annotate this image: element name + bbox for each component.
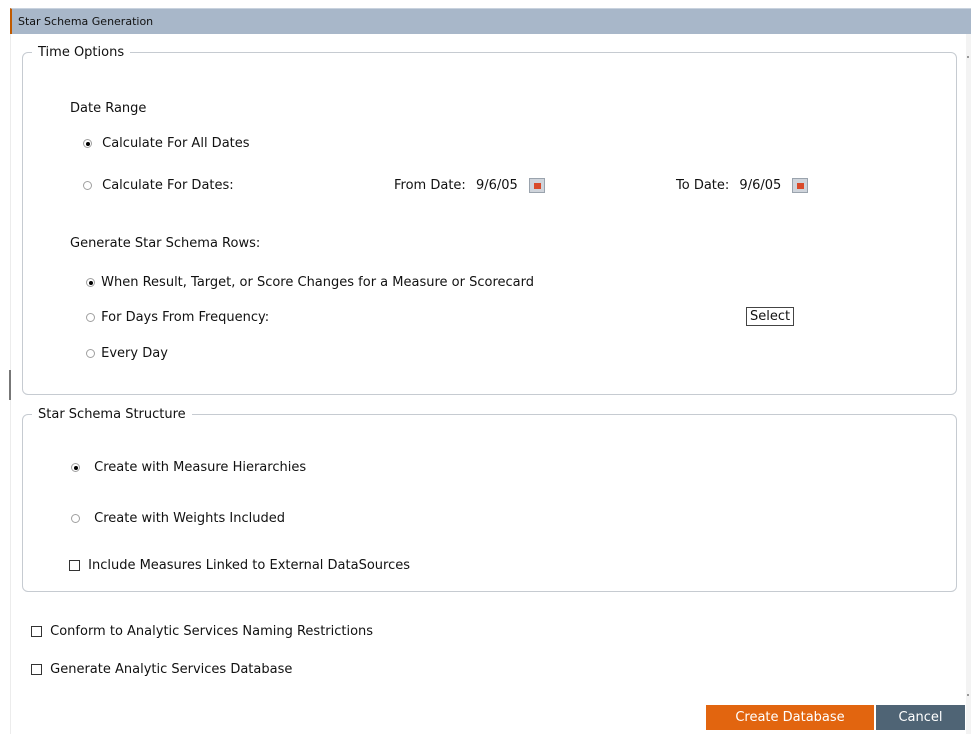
radio-button[interactable] [83, 139, 92, 148]
radio-label: Calculate For All Dates [102, 136, 250, 151]
checkbox[interactable] [31, 626, 42, 637]
radio-frequency[interactable]: For Days From Frequency: [86, 310, 269, 325]
time-options-legend: Time Options [38, 45, 125, 60]
checkbox[interactable] [31, 664, 42, 675]
select-frequency-button[interactable]: Select [746, 307, 795, 326]
checkbox-conform-naming[interactable]: Conform to Analytic Services Naming Rest… [31, 624, 373, 639]
radio-button[interactable] [71, 514, 80, 523]
create-database-button[interactable]: Create Database [706, 705, 874, 730]
scroll-down-indicator[interactable] [967, 694, 969, 696]
checkbox-label: Conform to Analytic Services Naming Rest… [50, 624, 374, 639]
radio-button[interactable] [86, 313, 95, 322]
to-date-group: To Date: 9/6/05 [676, 178, 809, 193]
resize-handle[interactable] [9, 370, 11, 400]
radio-on-change[interactable]: When Result, Target, or Score Changes fo… [86, 275, 534, 290]
time-options-group: Time Options [22, 45, 957, 395]
radio-label: For Days From Frequency: [101, 310, 270, 325]
cancel-button[interactable]: Cancel [876, 705, 965, 730]
checkbox-generate-database[interactable]: Generate Analytic Services Database [31, 662, 292, 677]
scroll-up-indicator[interactable] [967, 56, 969, 58]
dialog-title-bar: Star Schema Generation [10, 8, 971, 34]
radio-calculate-for-dates[interactable]: Calculate For Dates: [83, 178, 234, 193]
radio-label: Every Day [101, 346, 168, 361]
radio-label: When Result, Target, or Score Changes fo… [101, 275, 534, 290]
dialog-title: Star Schema Generation [18, 15, 154, 28]
radio-label: Create with Measure Hierarchies [94, 460, 307, 475]
to-date-label: To Date: [676, 178, 730, 193]
to-date-value: 9/6/05 [739, 178, 782, 193]
from-date-group: From Date: 9/6/05 [394, 178, 545, 193]
radio-calculate-all-dates[interactable]: Calculate For All Dates [83, 136, 250, 151]
radio-label: Calculate For Dates: [102, 178, 234, 193]
from-date-value: 9/6/05 [475, 178, 518, 193]
calendar-icon[interactable] [792, 178, 809, 193]
checkbox-include-external[interactable]: Include Measures Linked to External Data… [69, 558, 410, 573]
radio-measure-hierarchies[interactable]: Create with Measure Hierarchies [71, 460, 306, 475]
structure-legend: Star Schema Structure [38, 407, 186, 422]
from-date-label: From Date: [394, 178, 466, 193]
radio-every-day[interactable]: Every Day [86, 346, 168, 361]
generate-rows-label: Generate Star Schema Rows: [70, 236, 261, 251]
checkbox-label: Include Measures Linked to External Data… [88, 558, 411, 573]
radio-button[interactable] [71, 463, 80, 472]
radio-weights-included[interactable]: Create with Weights Included [71, 511, 285, 526]
radio-button[interactable] [86, 349, 95, 358]
checkbox-label: Generate Analytic Services Database [50, 662, 293, 677]
radio-label: Create with Weights Included [94, 511, 285, 526]
date-range-label: Date Range [70, 101, 147, 116]
calendar-icon[interactable] [528, 178, 545, 193]
radio-button[interactable] [86, 278, 95, 287]
vertical-scrollbar[interactable] [966, 34, 971, 734]
radio-button[interactable] [83, 181, 92, 190]
checkbox[interactable] [69, 560, 80, 571]
